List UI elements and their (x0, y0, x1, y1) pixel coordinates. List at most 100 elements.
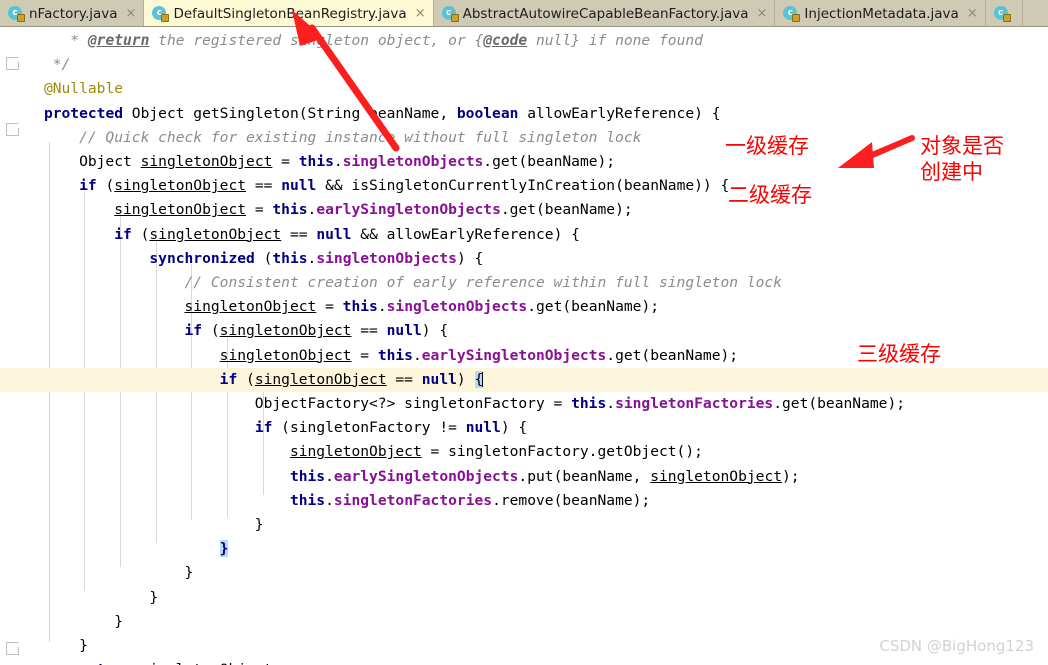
code-token: ) { (501, 419, 527, 436)
code-line[interactable]: } (0, 537, 1048, 561)
code-token: } (0, 564, 193, 581)
annotation-object-in-creation: 对象是否 创建中 (920, 133, 1004, 185)
close-icon[interactable]: × (126, 7, 137, 20)
code-line[interactable]: if (singletonObject == null && allowEarl… (0, 223, 1048, 247)
code-token: this (343, 298, 378, 315)
code-line[interactable]: @Nullable (0, 77, 1048, 101)
code-token: == (281, 226, 316, 243)
code-token: == (246, 177, 281, 194)
close-icon[interactable]: × (967, 7, 978, 20)
tab-overflow-next[interactable]: c (986, 0, 1023, 27)
close-icon[interactable]: × (757, 7, 768, 20)
code-token: this (272, 250, 307, 267)
code-token (0, 661, 79, 665)
code-token: this (378, 347, 413, 364)
code-token: this (290, 468, 325, 485)
tab-abstractautowirecapablebeanfactory[interactable]: c AbstractAutowireCapableBeanFactory.jav… (434, 0, 776, 27)
code-line[interactable]: */ (0, 53, 1048, 77)
code-token: singletonObject (149, 226, 281, 243)
tab-injectionmetadata[interactable]: c InjectionMetadata.java × (775, 0, 985, 27)
code-token: synchronized (149, 250, 254, 267)
code-token: this (272, 201, 307, 218)
code-token: // Consistent creation of early referenc… (0, 274, 782, 291)
java-class-icon: c (783, 6, 798, 21)
code-token (0, 443, 290, 460)
annotation-level2-cache: 二级缓存 (728, 182, 812, 208)
code-token: protected (44, 105, 123, 122)
code-token: singletonObjects (316, 250, 457, 267)
code-token: singletonObject (114, 201, 246, 218)
code-line[interactable]: // Consistent creation of early referenc… (0, 271, 1048, 295)
code-token: singletonObject (650, 468, 782, 485)
code-line[interactable]: if (singletonObject == null) { (0, 368, 1048, 392)
java-class-icon: c (152, 6, 167, 21)
code-line[interactable]: ObjectFactory<?> singletonFactory = this… (0, 392, 1048, 416)
code-token: ObjectFactory<?> singletonFactory = (0, 395, 571, 412)
code-token: singletonObject (290, 443, 422, 460)
code-line[interactable]: this.earlySingletonObjects.put(beanName,… (0, 465, 1048, 489)
code-token: earlySingletonObjects (316, 201, 501, 218)
watermark: CSDN @BigHong123 (879, 637, 1034, 655)
code-token (0, 226, 114, 243)
code-token (0, 419, 255, 436)
close-icon[interactable]: × (415, 7, 426, 20)
code-token: allowEarlyReference) { (518, 105, 720, 122)
code-line[interactable]: singletonObject = this.singletonObjects.… (0, 295, 1048, 319)
code-token: && allowEarlyReference) { (352, 226, 580, 243)
annotation-arrow-to-tab (278, 8, 408, 158)
code-token: .put(beanName, (518, 468, 650, 485)
code-token: singletonObject (141, 153, 273, 170)
code-line[interactable]: } (0, 586, 1048, 610)
tab-nfactory[interactable]: c nFactory.java × (0, 0, 144, 27)
code-token: this (290, 492, 325, 509)
code-token: = (351, 347, 377, 364)
code-line[interactable]: if (singletonObject == null) { (0, 319, 1048, 343)
code-token: ) { (457, 250, 483, 267)
code-token: ( (202, 322, 220, 339)
code-token: Object (0, 153, 141, 170)
code-token: ; (272, 661, 281, 665)
code-token: null (316, 226, 351, 243)
code-token: singletonObject (114, 177, 246, 194)
code-token: @code (483, 32, 527, 49)
tab-label: nFactory.java (29, 6, 118, 22)
code-token: * (0, 32, 88, 49)
lock-icon (1003, 14, 1011, 22)
code-token (0, 80, 44, 97)
code-token: if (220, 371, 238, 388)
code-token (0, 322, 185, 339)
code-token: ( (132, 226, 150, 243)
lock-icon (161, 14, 169, 22)
code-token: .remove(beanName); (492, 492, 650, 509)
code-token: singletonObject (220, 322, 352, 339)
code-line[interactable]: synchronized (this.singletonObjects) { (0, 247, 1048, 271)
code-token: earlySingletonObjects (422, 347, 607, 364)
code-token: = singletonFactory.getObject(); (422, 443, 703, 460)
code-line[interactable]: protected Object getSingleton(String bea… (0, 102, 1048, 126)
code-line[interactable]: if (singletonFactory != null) { (0, 416, 1048, 440)
code-line[interactable]: this.singletonFactories.remove(beanName)… (0, 489, 1048, 513)
code-line[interactable]: } (0, 610, 1048, 634)
code-token: null} if none found (527, 32, 703, 49)
code-token: .get(beanName); (773, 395, 905, 412)
code-token: if (185, 322, 203, 339)
code-line[interactable]: } (0, 513, 1048, 537)
code-token: } (220, 540, 229, 557)
code-token: . (606, 395, 615, 412)
code-token: ); (782, 468, 800, 485)
code-token: . (325, 468, 334, 485)
java-class-icon: c (994, 6, 1009, 21)
code-token: boolean (457, 105, 519, 122)
code-token (0, 540, 220, 557)
lock-icon (792, 14, 800, 22)
code-token: if (255, 419, 273, 436)
code-line[interactable]: singletonObject = this.earlySingletonObj… (0, 198, 1048, 222)
code-line[interactable]: return singletonObject; (0, 658, 1048, 665)
lock-icon (451, 14, 459, 22)
code-line[interactable]: } (0, 561, 1048, 585)
code-line[interactable]: singletonObject = singletonFactory.getOb… (0, 440, 1048, 464)
code-token: = (246, 201, 272, 218)
code-token: = (316, 298, 342, 315)
code-token: .get(beanName); (527, 298, 659, 315)
code-line[interactable]: * @return the registered singleton objec… (0, 29, 1048, 53)
